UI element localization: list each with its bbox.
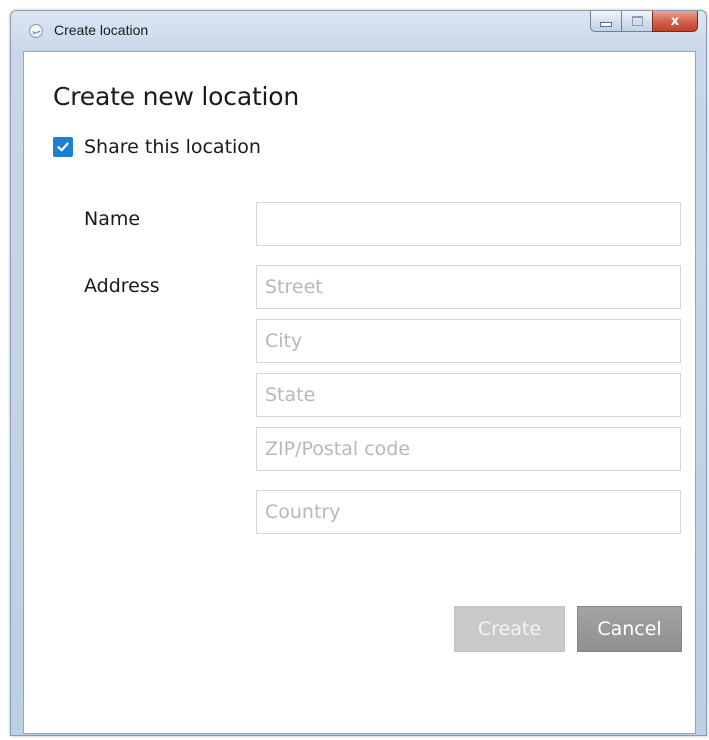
share-location-label: Share this location — [84, 136, 261, 158]
name-label: Name — [84, 208, 141, 230]
minimize-icon — [600, 22, 612, 27]
maximize-icon — [631, 16, 643, 26]
share-location-row[interactable]: Share this location — [53, 136, 261, 158]
cancel-button[interactable]: Cancel — [577, 606, 682, 652]
city-input[interactable] — [256, 319, 681, 363]
zip-postal-code-input[interactable] — [256, 427, 681, 471]
create-button[interactable]: Create — [454, 606, 565, 652]
state-input[interactable] — [256, 373, 681, 417]
maximize-button[interactable] — [621, 11, 652, 32]
title-bar[interactable]: Create location x — [11, 11, 706, 49]
dialog-heading: Create new location — [53, 82, 300, 111]
caption-buttons: x — [590, 11, 698, 33]
dialog-window: Create location x Create new location Sh… — [10, 10, 707, 736]
close-button[interactable]: x — [652, 11, 698, 32]
dialog-content: Create new location Share this location … — [23, 51, 696, 734]
street-input[interactable] — [256, 265, 681, 309]
window-title: Create location — [54, 22, 149, 38]
checkmark-icon — [57, 142, 69, 152]
address-label: Address — [84, 275, 160, 297]
close-icon: x — [670, 13, 680, 29]
minimize-button[interactable] — [590, 11, 621, 32]
country-input[interactable] — [256, 490, 681, 534]
name-input[interactable] — [256, 202, 681, 246]
app-icon — [29, 24, 43, 38]
share-location-checkbox[interactable] — [53, 137, 73, 157]
